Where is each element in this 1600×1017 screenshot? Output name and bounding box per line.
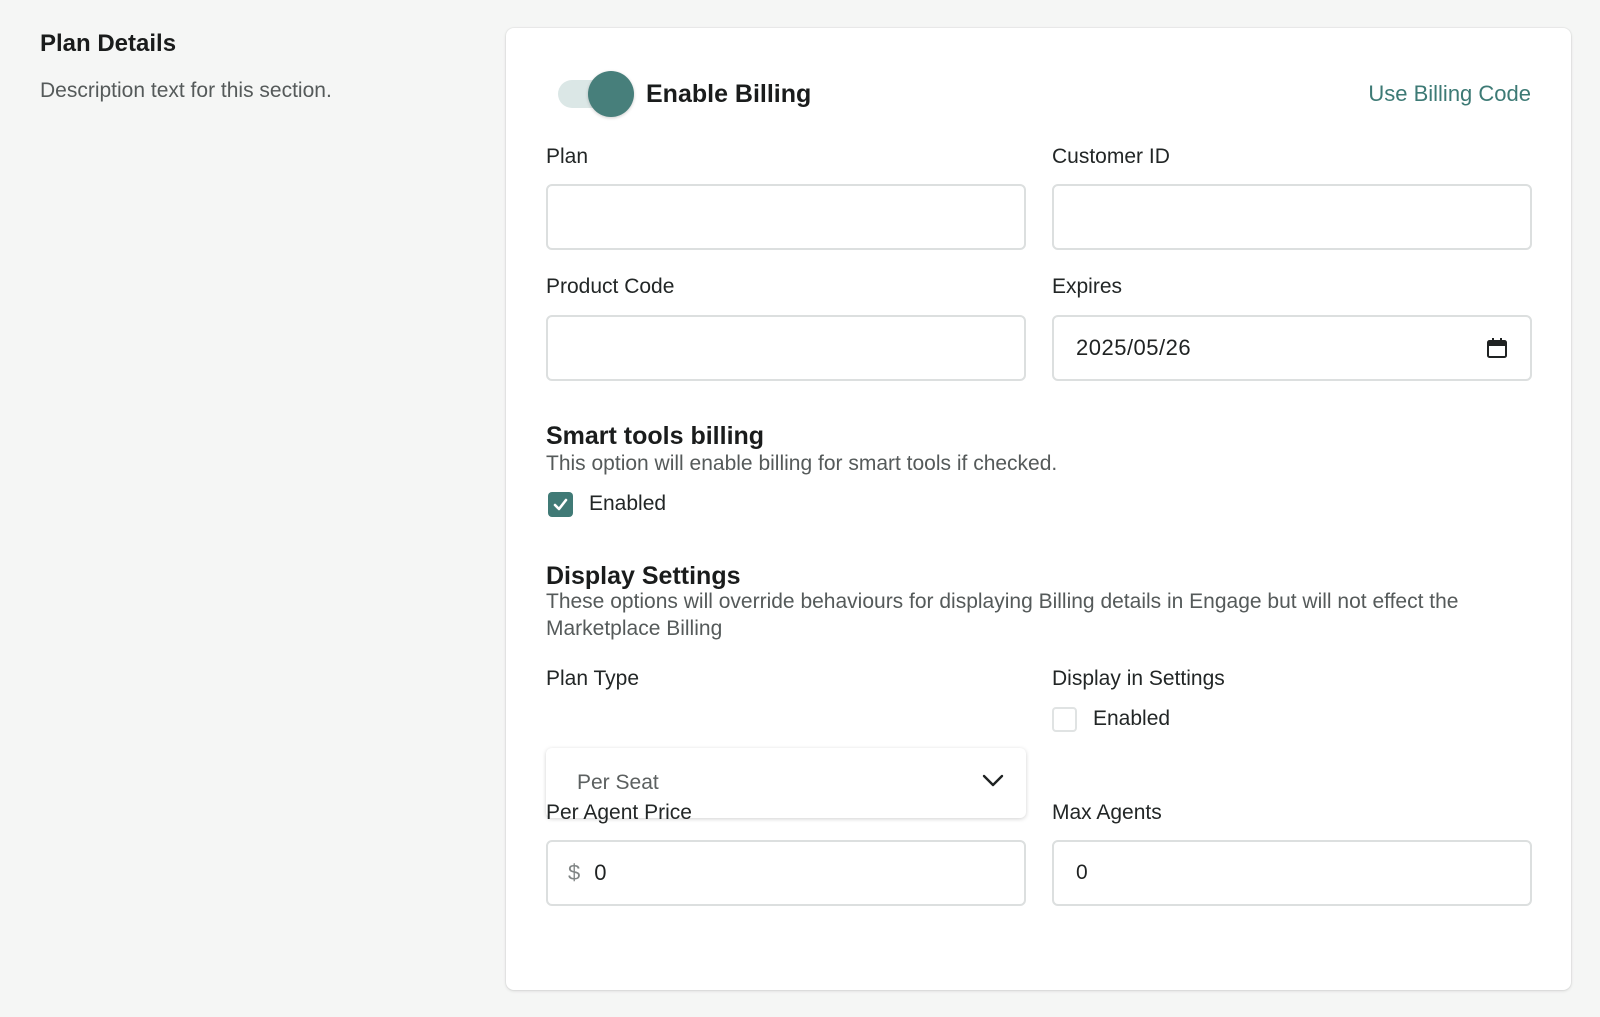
- calendar-icon[interactable]: [1486, 337, 1508, 359]
- expires-label: Expires: [1052, 275, 1123, 298]
- toggle-knob: [588, 71, 634, 117]
- enable-billing-label: Enable Billing: [646, 80, 812, 108]
- max-agents-input[interactable]: [1052, 840, 1532, 906]
- customer-id-label: Customer ID: [1052, 145, 1170, 168]
- product-code-input[interactable]: [546, 315, 1026, 381]
- display-in-settings-checkbox-row[interactable]: Enabled: [1052, 704, 1170, 734]
- per-agent-price-input[interactable]: $ 0: [546, 840, 1026, 906]
- smart-tools-enabled-checkbox[interactable]: [548, 491, 573, 517]
- display-in-settings-checkbox[interactable]: [1052, 706, 1077, 732]
- plan-type-label: Plan Type: [546, 667, 640, 690]
- chevron-down-icon: [982, 774, 1004, 793]
- currency-prefix: $: [568, 860, 581, 885]
- customer-id-input[interactable]: [1052, 184, 1532, 250]
- use-billing-code-link[interactable]: Use Billing Code: [1368, 76, 1531, 112]
- product-code-label: Product Code: [546, 275, 675, 298]
- smart-tools-enabled-checkbox-row[interactable]: Enabled: [548, 489, 666, 519]
- smart-tools-enabled-label: Enabled: [589, 492, 667, 515]
- enable-billing-toggle[interactable]: [558, 71, 634, 117]
- smart-tools-heading: Smart tools billing: [546, 422, 765, 450]
- section-title: Plan Details: [40, 30, 177, 57]
- page: Plan Details Description text for this s…: [0, 0, 1600, 1017]
- checkmark-icon: [553, 498, 568, 510]
- per-agent-price-value: 0: [594, 860, 607, 885]
- expires-date-input[interactable]: 2025/05/26: [1052, 315, 1532, 381]
- display-settings-description: These options will override behaviours f…: [546, 590, 1459, 640]
- per-agent-price-label: Per Agent Price: [546, 801, 692, 824]
- plan-input[interactable]: [546, 184, 1026, 250]
- max-agents-label: Max Agents: [1052, 801, 1162, 824]
- billing-toggle-row: Enable Billing Use Billing Code: [546, 70, 1531, 118]
- plan-label: Plan: [546, 145, 589, 168]
- plan-type-value: Per Seat: [577, 771, 659, 794]
- expires-date-value: 2025/05/26: [1076, 335, 1192, 360]
- billing-card: Enable Billing Use Billing Code Plan Cus…: [506, 28, 1571, 990]
- smart-tools-description: This option will enable billing for smar…: [546, 452, 1058, 475]
- section-description: Description text for this section.: [40, 79, 332, 102]
- section-intro: Plan Details Description text for this s…: [40, 28, 480, 106]
- display-in-settings-enabled-label: Enabled: [1093, 707, 1171, 730]
- display-in-settings-label: Display in Settings: [1052, 667, 1225, 690]
